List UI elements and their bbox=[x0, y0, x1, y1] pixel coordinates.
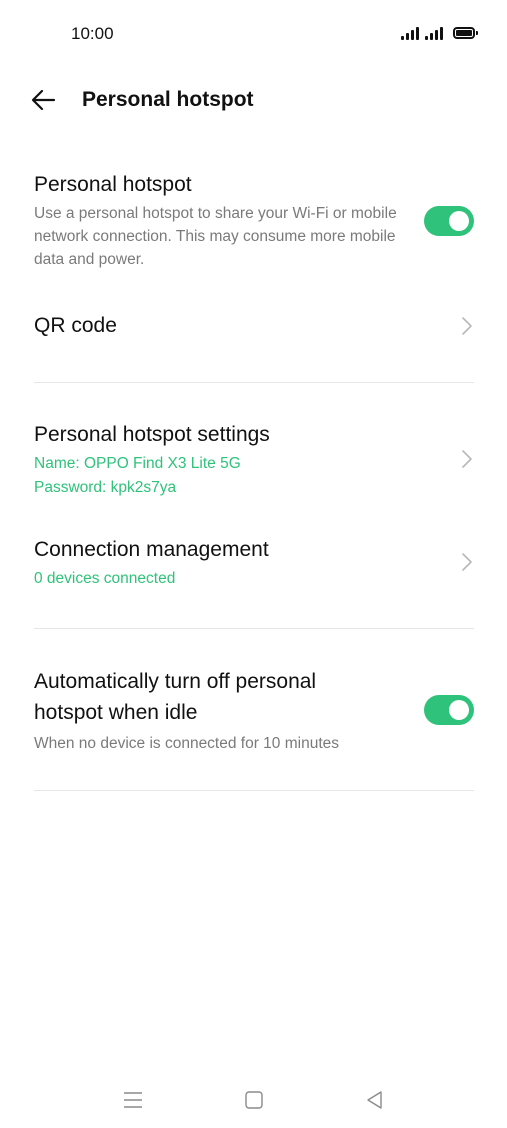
menu-icon[interactable] bbox=[119, 1086, 147, 1114]
signal-icon bbox=[401, 26, 419, 40]
auto-off-description: When no device is connected for 10 minut… bbox=[34, 735, 340, 752]
qr-code-label: QR code bbox=[34, 314, 117, 337]
auto-off-row[interactable]: Automatically turn off personal hotspot … bbox=[34, 666, 474, 762]
page-title: Personal hotspot bbox=[82, 88, 254, 111]
home-square-icon[interactable] bbox=[240, 1086, 268, 1114]
connection-management-row[interactable]: Connection management 0 devices connecte… bbox=[34, 535, 474, 599]
toggle-knob bbox=[449, 211, 469, 231]
connection-status: 0 devices connected bbox=[34, 570, 176, 587]
arrow-left-icon[interactable] bbox=[28, 86, 60, 114]
chevron-right-icon bbox=[462, 317, 472, 335]
hotspot-settings-title: Personal hotspot settings bbox=[34, 423, 270, 446]
personal-hotspot-row[interactable]: Personal hotspot Use a personal hotspot … bbox=[34, 170, 474, 280]
personal-hotspot-title: Personal hotspot bbox=[34, 173, 192, 196]
navigation-bar bbox=[0, 1070, 507, 1128]
divider bbox=[34, 790, 474, 791]
header: Personal hotspot bbox=[0, 78, 507, 122]
hotspot-settings-row[interactable]: Personal hotspot settings Name: OPPO Fin… bbox=[34, 420, 474, 506]
auto-off-title: Automatically turn off personal hotspot … bbox=[34, 670, 317, 724]
status-icons bbox=[401, 26, 478, 40]
toggle-knob bbox=[449, 700, 469, 720]
chevron-right-icon bbox=[462, 450, 472, 468]
divider bbox=[34, 628, 474, 629]
hotspot-password: Password: kpk2s7ya bbox=[34, 479, 177, 496]
back-triangle-icon[interactable] bbox=[361, 1086, 389, 1114]
status-bar: 10:00 bbox=[0, 0, 507, 68]
auto-off-toggle[interactable] bbox=[424, 695, 474, 725]
personal-hotspot-description: Use a personal hotspot to share your Wi-… bbox=[34, 205, 397, 268]
personal-hotspot-toggle[interactable] bbox=[424, 206, 474, 236]
qr-code-row[interactable]: QR code bbox=[34, 300, 474, 354]
connection-management-title: Connection management bbox=[34, 538, 269, 561]
divider bbox=[34, 382, 474, 383]
status-time: 10:00 bbox=[71, 24, 114, 43]
hotspot-name: Name: OPPO Find X3 Lite 5G bbox=[34, 455, 241, 472]
chevron-right-icon bbox=[462, 553, 472, 571]
signal-icon bbox=[425, 26, 443, 40]
battery-icon bbox=[453, 27, 478, 39]
